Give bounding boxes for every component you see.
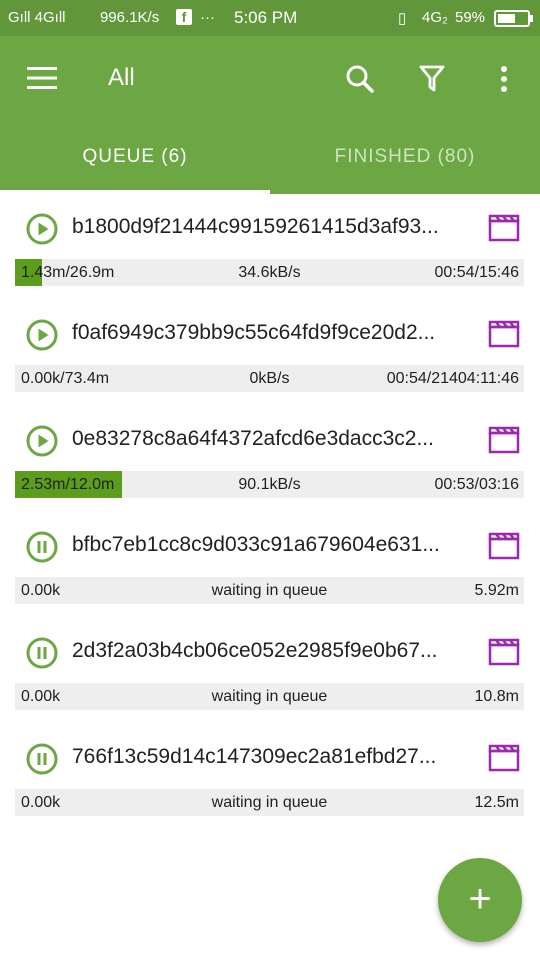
progress-bar: 0.00k waiting in queue 10.8m — [15, 683, 524, 710]
download-time: 00:53/03:16 — [434, 476, 519, 493]
pause-icon[interactable] — [26, 743, 58, 775]
play-icon[interactable] — [26, 319, 58, 351]
signal-indicators: Gıll 4Gıll — [8, 9, 66, 26]
network-type: 4G₂ — [422, 9, 448, 26]
play-icon[interactable] — [26, 425, 58, 457]
pause-icon[interactable] — [26, 637, 58, 669]
download-time: 10.8m — [474, 688, 519, 705]
video-file-icon — [488, 214, 520, 242]
file-name: b1800d9f21444c99159261415d3af93... — [72, 215, 439, 238]
tab-bar: QUEUE (6) FINISHED (80) — [0, 122, 540, 194]
progress-bar: 2.53m/12.0m 90.1kB/s 00:53/03:16 — [15, 471, 524, 498]
tab-finished[interactable]: FINISHED (80) — [270, 122, 540, 194]
facebook-icon: f — [176, 9, 192, 25]
download-time: 12.5m — [474, 794, 519, 811]
search-icon[interactable] — [345, 64, 375, 94]
progress-bar: 0.00k/73.4m 0kB/s 00:54/21404:11:46 — [15, 365, 524, 392]
video-file-icon — [488, 532, 520, 560]
filter-icon[interactable] — [419, 65, 445, 93]
file-name: 0e83278c8a64f4372afcd6e3dacc3c2... — [72, 427, 434, 450]
file-name: 2d3f2a03b4cb06ce052e2985f9e0b67... — [72, 639, 438, 662]
progress-bar: 1.43m/26.9m 34.6kB/s 00:54/15:46 — [15, 259, 524, 286]
network-speed: 996.1K/s — [100, 9, 160, 26]
download-speed: waiting in queue — [211, 688, 328, 705]
more-notifications-icon: ··· — [200, 9, 215, 26]
progress-bar: 0.00k waiting in queue 12.5m — [15, 789, 524, 816]
download-speed: waiting in queue — [211, 582, 328, 599]
download-list: b1800d9f21444c99159261415d3af93... 1.43m/… — [0, 194, 540, 830]
play-icon[interactable] — [26, 213, 58, 245]
download-item[interactable]: 766f13c59d14c147309ec2a81efbd27... 0.00k w… — [0, 724, 540, 830]
battery-percent: 59% — [455, 9, 486, 26]
video-file-icon — [488, 426, 520, 454]
download-item[interactable]: f0af6949c379bb9c55c64fd9f9ce20d2... 0.00k… — [0, 300, 540, 406]
tab-queue[interactable]: QUEUE (6) — [0, 122, 270, 194]
page-title: All — [108, 64, 135, 91]
vibrate-icon: ▯ — [398, 10, 407, 27]
download-time: 00:54/15:46 — [434, 264, 519, 281]
status-time: 5:06 PM — [234, 8, 298, 27]
download-item[interactable]: 2d3f2a03b4cb06ce052e2985f9e0b67... 0.00k w… — [0, 618, 540, 724]
video-file-icon — [488, 320, 520, 348]
file-name: 766f13c59d14c147309ec2a81efbd27... — [72, 745, 437, 768]
download-item[interactable]: bfbc7eb1cc8c9d033c91a679604e631... 0.00k w… — [0, 512, 540, 618]
download-time: 00:54/21404:11:46 — [386, 370, 519, 387]
video-file-icon — [488, 744, 520, 772]
add-download-button[interactable]: + — [438, 858, 522, 942]
progress-bar: 0.00k waiting in queue 5.92m — [15, 577, 524, 604]
app-bar: All — [0, 36, 540, 122]
download-item[interactable]: 0e83278c8a64f4372afcd6e3dacc3c2... 2.53m/… — [0, 406, 540, 512]
download-time: 5.92m — [474, 582, 519, 599]
file-name: bfbc7eb1cc8c9d033c91a679604e631... — [72, 533, 440, 556]
more-vert-icon[interactable] — [499, 65, 509, 93]
pause-icon[interactable] — [26, 531, 58, 563]
menu-icon[interactable] — [27, 66, 57, 90]
battery-icon — [494, 10, 530, 27]
status-bar: Gıll 4Gıll 996.1K/s f ··· 5:06 PM ▯ 4G₂ … — [0, 0, 540, 36]
download-speed: waiting in queue — [211, 794, 328, 811]
download-item[interactable]: b1800d9f21444c99159261415d3af93... 1.43m/… — [0, 194, 540, 300]
file-name: f0af6949c379bb9c55c64fd9f9ce20d2... — [72, 321, 436, 344]
video-file-icon — [488, 638, 520, 666]
